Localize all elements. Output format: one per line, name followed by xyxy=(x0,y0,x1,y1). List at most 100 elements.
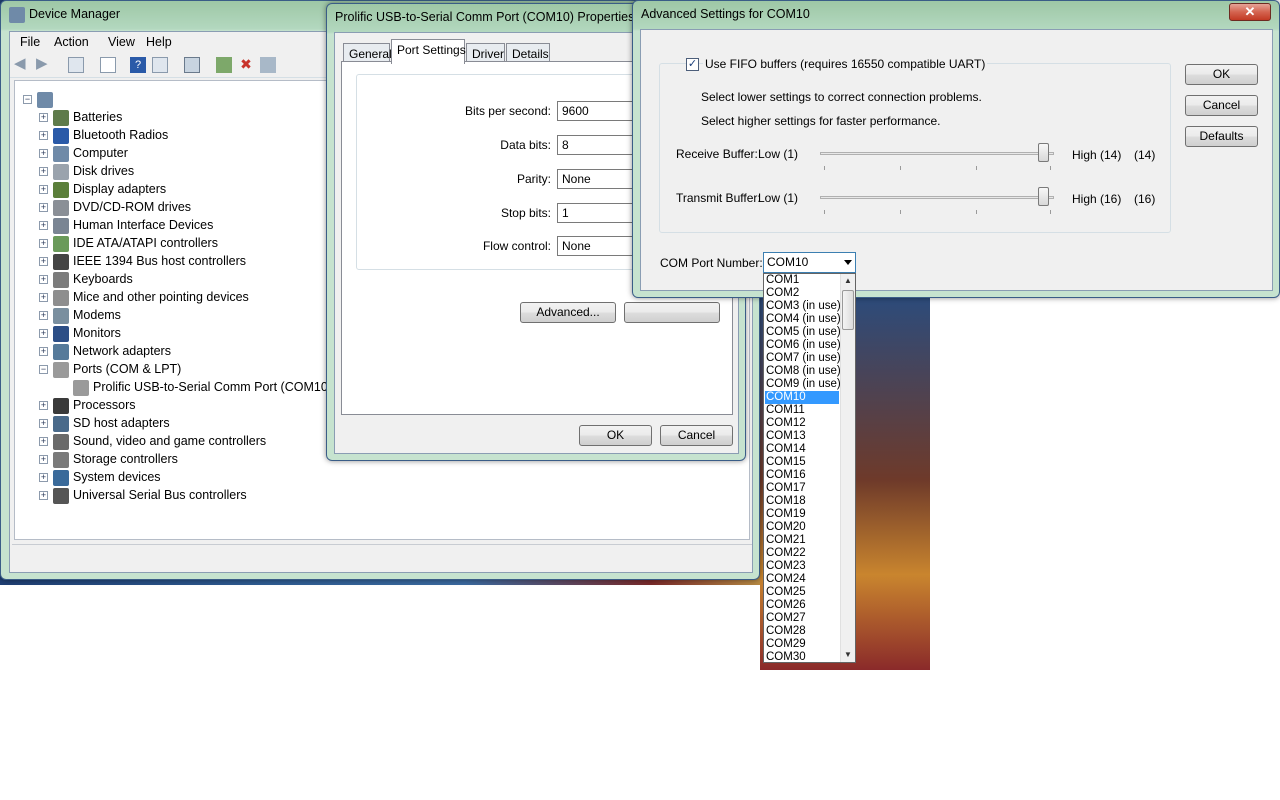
scan-hardware-icon[interactable] xyxy=(184,57,200,73)
expand-icon[interactable]: + xyxy=(39,473,48,482)
update-driver-icon[interactable] xyxy=(216,57,232,73)
show-hide-tree-icon[interactable] xyxy=(68,57,84,73)
expand-icon[interactable]: + xyxy=(39,149,48,158)
help-icon[interactable]: ? xyxy=(130,57,146,73)
hint-higher: Select higher settings for faster perfor… xyxy=(701,114,941,128)
com-port-option[interactable]: COM28 xyxy=(765,625,839,638)
tree-item-label: Disk drives xyxy=(73,164,135,178)
com-port-option[interactable]: COM11 xyxy=(765,404,839,417)
scroll-down-icon[interactable]: ▼ xyxy=(841,648,855,662)
fifo-checkbox[interactable]: ✓ xyxy=(686,58,699,71)
com-port-option[interactable]: COM23 xyxy=(765,560,839,573)
scrollbar-thumb[interactable] xyxy=(842,290,854,330)
com-port-option[interactable]: COM13 xyxy=(765,430,839,443)
tab-port-settings[interactable]: Port Settings xyxy=(391,39,466,64)
tree-category-item[interactable]: + System devices xyxy=(15,469,415,487)
com-port-option[interactable]: COM30 xyxy=(765,651,839,662)
receive-slider-thumb[interactable] xyxy=(1038,143,1049,162)
expand-icon[interactable]: + xyxy=(39,239,48,248)
com-port-select[interactable]: COM10 xyxy=(763,252,856,273)
com-port-option[interactable]: COM24 xyxy=(765,573,839,586)
com-port-option[interactable]: COM2 xyxy=(765,287,839,300)
com-port-option[interactable]: COM8 (in use) xyxy=(765,365,841,378)
com-port-option[interactable]: COM17 xyxy=(765,482,839,495)
com-port-option[interactable]: COM22 xyxy=(765,547,839,560)
back-arrow-icon[interactable]: ◀ xyxy=(14,56,30,73)
expand-icon[interactable]: + xyxy=(39,419,48,428)
dropdown-scrollbar[interactable]: ▲ ▼ xyxy=(840,274,855,662)
advanced-cancel-button[interactable]: Cancel xyxy=(1185,95,1258,116)
com-port-option[interactable]: COM10 xyxy=(765,391,839,404)
expand-icon[interactable]: + xyxy=(39,221,48,230)
properties-cancel-button[interactable]: Cancel xyxy=(660,425,733,446)
hint-lower: Select lower settings to correct connect… xyxy=(701,90,982,104)
expand-icon[interactable]: + xyxy=(39,185,48,194)
restore-defaults-button[interactable] xyxy=(624,302,720,323)
menu-view[interactable]: View xyxy=(108,35,135,49)
expand-icon[interactable]: + xyxy=(39,257,48,266)
collapse-icon[interactable]: − xyxy=(23,95,32,104)
view-icon[interactable] xyxy=(152,57,168,73)
com-port-option[interactable]: COM25 xyxy=(765,586,839,599)
advanced-button[interactable]: Advanced... xyxy=(520,302,616,323)
com-port-option[interactable]: COM15 xyxy=(765,456,839,469)
com-port-option[interactable]: COM9 (in use) xyxy=(765,378,841,391)
scroll-up-icon[interactable]: ▲ xyxy=(841,274,855,288)
expand-icon[interactable]: + xyxy=(39,113,48,122)
collapse-icon[interactable]: − xyxy=(39,365,48,374)
com-port-option[interactable]: COM14 xyxy=(765,443,839,456)
tree-category-item[interactable]: + Universal Serial Bus controllers xyxy=(15,487,415,505)
port-icon xyxy=(53,362,69,378)
tree-item-label: Display adapters xyxy=(73,182,167,196)
com-port-number-label: COM Port Number: xyxy=(660,256,763,270)
expand-icon[interactable]: + xyxy=(39,437,48,446)
com-port-option[interactable]: COM5 (in use) xyxy=(765,326,841,339)
menu-file[interactable]: File xyxy=(20,35,40,49)
expand-icon[interactable]: + xyxy=(39,275,48,284)
com-port-option[interactable]: COM7 (in use) xyxy=(765,352,841,365)
advanced-title: Advanced Settings for COM10 xyxy=(641,7,810,21)
disable-device-icon[interactable] xyxy=(260,57,276,73)
com-port-option[interactable]: COM16 xyxy=(765,469,839,482)
transmit-high-label: High (16) xyxy=(1072,192,1122,206)
advanced-ok-button[interactable]: OK xyxy=(1185,64,1258,85)
com-port-option[interactable]: COM4 (in use) xyxy=(765,313,841,326)
tree-item-label: Monitors xyxy=(73,326,121,340)
defaults-button[interactable]: Defaults xyxy=(1185,126,1258,147)
menu-help[interactable]: Help xyxy=(146,35,172,49)
expand-icon[interactable]: + xyxy=(39,347,48,356)
properties-ok-button[interactable]: OK xyxy=(579,425,652,446)
expand-icon[interactable]: + xyxy=(39,455,48,464)
com-port-option[interactable]: COM3 (in use) xyxy=(765,300,841,313)
com-port-option[interactable]: COM6 (in use) xyxy=(765,339,841,352)
flow-control-label: Flow control: xyxy=(482,239,551,253)
com-port-option[interactable]: COM29 xyxy=(765,638,839,651)
bluetooth-icon xyxy=(53,128,69,144)
forward-arrow-icon[interactable]: ▶ xyxy=(36,56,52,73)
expand-icon[interactable]: + xyxy=(39,167,48,176)
expand-icon[interactable]: + xyxy=(39,311,48,320)
properties-sheet-icon[interactable] xyxy=(100,57,116,73)
transmit-slider-thumb[interactable] xyxy=(1038,187,1049,206)
close-button[interactable]: ✕ xyxy=(1229,3,1271,21)
tab-general[interactable]: General xyxy=(343,43,392,63)
expand-icon[interactable]: + xyxy=(39,203,48,212)
menu-action[interactable]: Action xyxy=(54,35,89,49)
com-port-option[interactable]: COM26 xyxy=(765,599,839,612)
com-port-option[interactable]: COM1 xyxy=(765,274,839,287)
tab-details[interactable]: Details xyxy=(506,43,550,63)
expand-icon[interactable]: + xyxy=(39,131,48,140)
expand-icon[interactable]: + xyxy=(39,293,48,302)
expand-icon[interactable]: + xyxy=(39,329,48,338)
uninstall-icon[interactable]: ✖ xyxy=(238,57,254,73)
com-port-option[interactable]: COM27 xyxy=(765,612,839,625)
expand-icon[interactable]: + xyxy=(39,401,48,410)
com-port-option[interactable]: COM18 xyxy=(765,495,839,508)
expand-icon[interactable]: + xyxy=(39,491,48,500)
com-port-option[interactable]: COM12 xyxy=(765,417,839,430)
tree-item-label: Bluetooth Radios xyxy=(73,128,169,142)
com-port-option[interactable]: COM21 xyxy=(765,534,839,547)
com-port-option[interactable]: COM19 xyxy=(765,508,839,521)
com-port-option[interactable]: COM20 xyxy=(765,521,839,534)
tab-driver[interactable]: Driver xyxy=(466,43,505,63)
